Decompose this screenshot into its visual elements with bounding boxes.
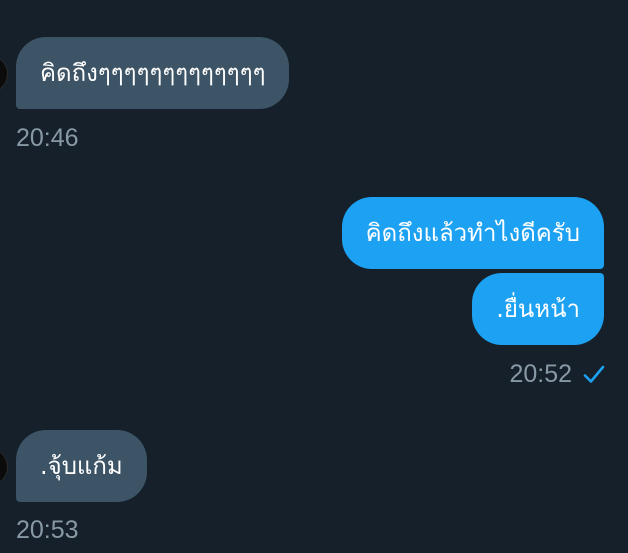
message-timestamp: 20:46 <box>16 124 79 152</box>
message-timestamp: 20:53 <box>16 516 79 544</box>
message-timestamp: 20:52 <box>509 359 572 388</box>
checkmark-icon <box>583 365 605 383</box>
incoming-message-bubble[interactable]: คิดถึงๆๆๆๆๆๆๆๆๆๆๆๆๆ <box>16 37 290 109</box>
outgoing-timestamp-row: 20:52 <box>509 359 606 389</box>
outgoing-message-bubble[interactable]: คิดถึงแล้วทำไงดีครับ <box>341 197 604 269</box>
avatar[interactable] <box>0 55 8 93</box>
incoming-message-bubble[interactable]: .จุ้บแก้ม <box>16 430 147 502</box>
outgoing-message-bubble[interactable]: .ยื่นหน้า <box>472 273 604 345</box>
avatar[interactable] <box>0 448 8 486</box>
